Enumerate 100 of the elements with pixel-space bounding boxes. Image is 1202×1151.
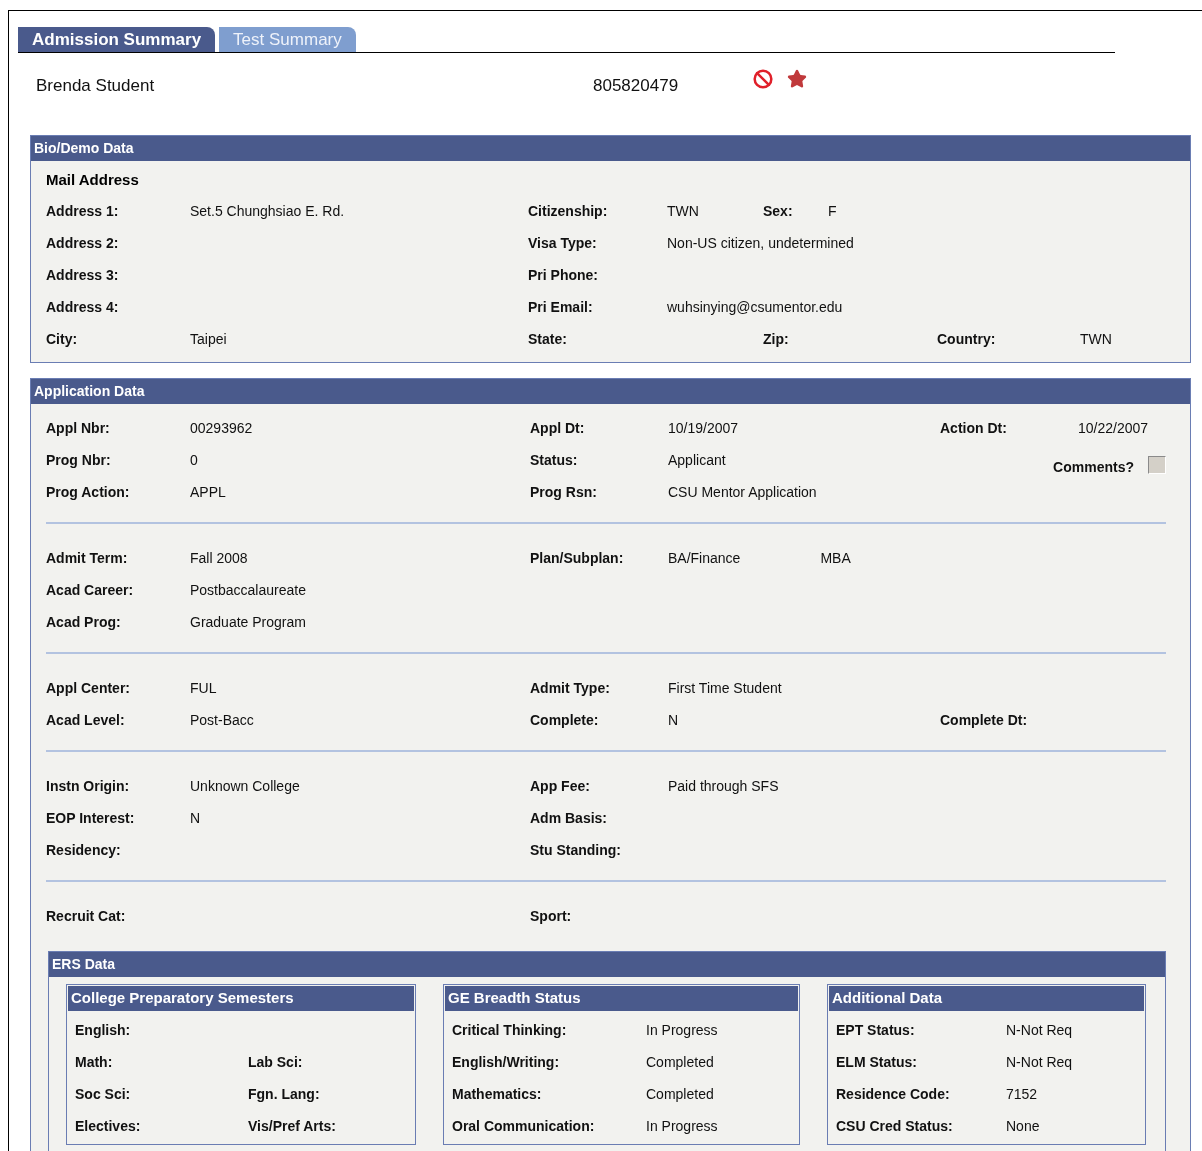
field-label: State: xyxy=(528,329,567,349)
field-value: N-Not Req xyxy=(1006,1052,1073,1072)
field-label: Comments? xyxy=(1053,457,1134,477)
section-header: College Preparatory Semesters xyxy=(68,986,414,1011)
section-heading: Mail Address xyxy=(46,169,140,190)
field-label: Pri Phone: xyxy=(528,265,598,285)
field-label: Residence Code: xyxy=(836,1084,950,1104)
field-value: Taipei xyxy=(190,329,227,349)
blocked-icon xyxy=(753,69,773,89)
field-value: 00293962 xyxy=(190,418,253,438)
field-value: N xyxy=(190,808,201,828)
field-value: Postbaccalaureate xyxy=(190,580,306,600)
field-value: None xyxy=(1006,1116,1040,1136)
field-label: Critical Thinking: xyxy=(452,1020,567,1040)
field-value: Applicant xyxy=(668,450,726,470)
field-label: ELM Status: xyxy=(836,1052,917,1072)
student-id: 805820479 xyxy=(593,75,680,98)
field-value: TWN xyxy=(1080,329,1112,349)
section-header: Additional Data xyxy=(829,986,1144,1011)
field-value: Completed xyxy=(646,1084,714,1104)
field-value: Graduate Program xyxy=(190,612,306,632)
field-label: Prog Action: xyxy=(46,482,130,502)
field-label: Action Dt: xyxy=(940,418,1007,438)
field-label: Complete Dt: xyxy=(940,710,1028,730)
field-value: F xyxy=(828,201,837,221)
field-label: English: xyxy=(75,1020,131,1040)
field-label: Stu Standing: xyxy=(530,840,621,860)
field-label: Acad Prog: xyxy=(46,612,121,632)
field-label: Adm Basis: xyxy=(530,808,608,828)
field-value: 7152 xyxy=(1006,1084,1038,1104)
field-value: Non-US citizen, undetermined xyxy=(667,233,854,253)
field-label: Mathematics: xyxy=(452,1084,542,1104)
checkbox[interactable] xyxy=(1148,456,1166,474)
field-label: Oral Communication: xyxy=(452,1116,595,1136)
field-label: Electives: xyxy=(75,1116,141,1136)
field-label: Acad Level: xyxy=(46,710,125,730)
field-value: First Time Student xyxy=(668,678,782,698)
field-label: Appl Center: xyxy=(46,678,130,698)
tab[interactable]: Admission Summary xyxy=(18,27,216,52)
field-label: Instn Origin: xyxy=(46,776,130,796)
field-label: Complete: xyxy=(530,710,599,730)
field-value: BA/Finance xyxy=(668,548,741,568)
field-label: Citizenship: xyxy=(528,201,608,221)
field-label: English/Writing: xyxy=(452,1052,560,1072)
field-label: Status: xyxy=(530,450,578,470)
field-value: Post-Bacc xyxy=(190,710,254,730)
field-value: 10/22/2007 xyxy=(1078,418,1149,438)
field-value: 0 xyxy=(190,450,198,470)
field-label: Address 3: xyxy=(46,265,119,285)
field-label: Recruit Cat: xyxy=(46,906,126,926)
field-label: Acad Career: xyxy=(46,580,134,600)
field-label: Plan/Subplan: xyxy=(530,548,624,568)
field-label: Residency: xyxy=(46,840,121,860)
field-value: TWN xyxy=(667,201,699,221)
field-value: MBA xyxy=(820,548,851,568)
field-value: Set.5 Chunghsiao E. Rd. xyxy=(190,201,345,221)
field-label: Math: xyxy=(75,1052,113,1072)
field-value: 10/19/2007 xyxy=(668,418,739,438)
field-label: Country: xyxy=(937,329,996,349)
field-value: APPL xyxy=(190,482,226,502)
field-value: In Progress xyxy=(646,1020,718,1040)
field-label: Address 1: xyxy=(46,201,119,221)
field-label: Sex: xyxy=(763,201,793,221)
field-label: City: xyxy=(46,329,78,349)
field-label: Vis/Pref Arts: xyxy=(248,1116,336,1136)
field-label: Admit Type: xyxy=(530,678,610,698)
section-header: GE Breadth Status xyxy=(445,986,798,1011)
field-label: Fgn. Lang: xyxy=(248,1084,320,1104)
field-value: N xyxy=(668,710,679,730)
field-value: N-Not Req xyxy=(1006,1020,1073,1040)
section-header: ERS Data xyxy=(49,952,1165,977)
field-label: Sport: xyxy=(530,906,572,926)
field-label: Appl Dt: xyxy=(530,418,585,438)
field-label: Pri Email: xyxy=(528,297,593,317)
field-label: Lab Sci: xyxy=(248,1052,303,1072)
field-label: Prog Nbr: xyxy=(46,450,111,470)
field-value: CSU Mentor Application xyxy=(668,482,817,502)
field-label: Soc Sci: xyxy=(75,1084,131,1104)
field-label: Admit Term: xyxy=(46,548,128,568)
field-value: Paid through SFS xyxy=(668,776,779,796)
field-label: Visa Type: xyxy=(528,233,597,253)
field-label: Prog Rsn: xyxy=(530,482,597,502)
section-header: Bio/Demo Data xyxy=(31,136,1190,161)
field-value: Completed xyxy=(646,1052,714,1072)
field-value: wuhsinying@csumentor.edu xyxy=(667,297,843,317)
star-icon xyxy=(787,69,807,89)
field-value: Fall 2008 xyxy=(190,548,248,568)
field-label: EOP Interest: xyxy=(46,808,135,828)
field-label: Zip: xyxy=(763,329,789,349)
field-label: Appl Nbr: xyxy=(46,418,110,438)
field-label: Address 2: xyxy=(46,233,119,253)
field-label: App Fee: xyxy=(530,776,590,796)
field-label: Address 4: xyxy=(46,297,119,317)
section-header: Application Data xyxy=(31,379,1190,404)
field-value: FUL xyxy=(190,678,217,698)
field-value: In Progress xyxy=(646,1116,718,1136)
field-label: EPT Status: xyxy=(836,1020,915,1040)
field-label: CSU Cred Status: xyxy=(836,1116,953,1136)
student-name: Brenda Student xyxy=(36,75,156,98)
field-value: Unknown College xyxy=(190,776,300,796)
